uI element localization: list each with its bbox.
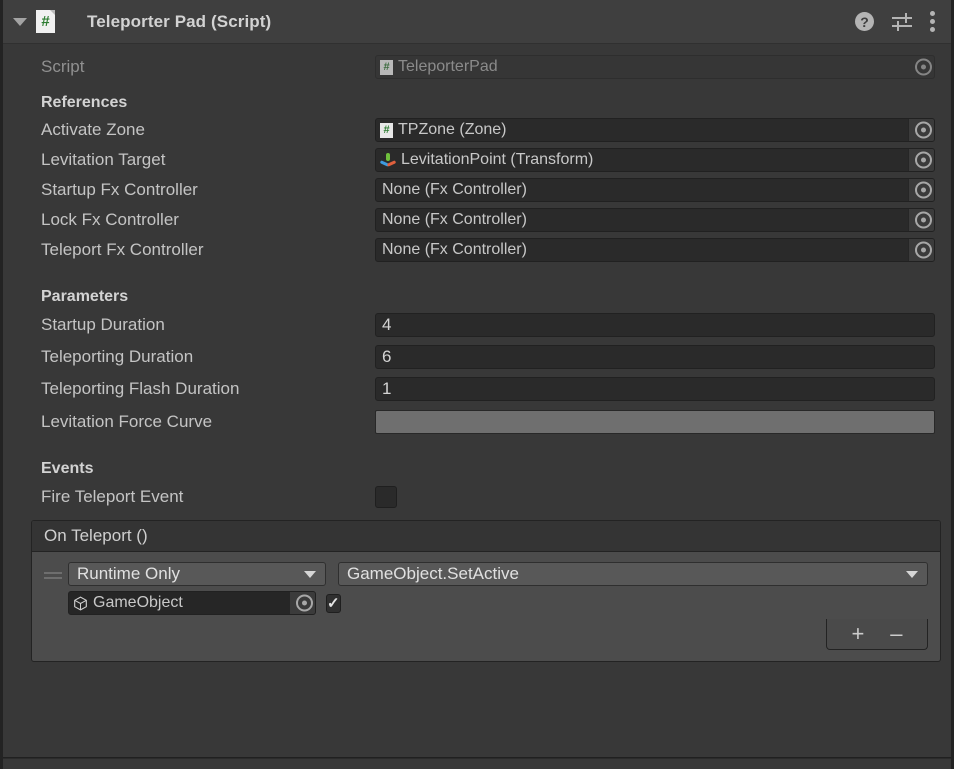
inspector-body: Script # TeleporterPad References Activa…	[3, 50, 951, 512]
lock-fx-controller-value: None (Fx Controller)	[382, 211, 527, 228]
field-row-activate-zone: Activate Zone # TPZone (Zone)	[13, 116, 941, 144]
csharp-script-icon: #	[36, 10, 55, 33]
foldout-arrow-icon[interactable]	[13, 17, 27, 26]
startup-fx-controller-object-field[interactable]: None (Fx Controller)	[375, 178, 935, 202]
unity-event-footer: + –	[44, 615, 928, 650]
target-object-field[interactable]: GameObject	[68, 591, 316, 615]
field-row-fire-teleport-event: Fire Teleport Event	[13, 482, 941, 512]
startup-duration-input[interactable]: 4	[375, 313, 935, 337]
call-state-value: Runtime Only	[77, 564, 180, 583]
script-row: Script # TeleporterPad	[13, 50, 941, 84]
csharp-script-icon: #	[380, 59, 393, 75]
section-heading-parameters: Parameters	[41, 288, 129, 305]
fire-teleport-event-label: Fire Teleport Event	[41, 487, 184, 506]
remove-listener-button[interactable]: –	[890, 623, 902, 645]
field-row-startup-duration: Startup Duration 4	[13, 310, 941, 340]
activate-zone-label: Activate Zone	[41, 120, 145, 139]
unity-event-entry: Runtime Only GameObject ✓ GameObject.Set…	[44, 562, 928, 615]
field-row-levitation-force-curve: Levitation Force Curve	[13, 406, 941, 438]
field-row-teleporting-flash-duration: Teleporting Flash Duration 1	[13, 374, 941, 404]
startup-fx-controller-label: Startup Fx Controller	[41, 180, 198, 199]
field-row-teleporting-duration: Teleporting Duration 6	[13, 342, 941, 372]
script-value: TeleporterPad	[398, 58, 498, 75]
object-picker-icon[interactable]	[915, 241, 932, 259]
lock-fx-controller-object-field[interactable]: None (Fx Controller)	[375, 208, 935, 232]
csharp-script-icon: #	[380, 122, 393, 138]
teleport-fx-controller-value: None (Fx Controller)	[382, 241, 527, 258]
object-picker-icon[interactable]	[915, 151, 932, 169]
levitation-target-label: Levitation Target	[41, 150, 166, 169]
levitation-force-curve-label: Levitation Force Curve	[41, 412, 213, 431]
component-title: Teleporter Pad (Script)	[87, 11, 272, 31]
levitation-target-value: LevitationPoint (Transform)	[401, 151, 594, 168]
teleporting-flash-duration-input[interactable]: 1	[375, 377, 935, 401]
method-value: GameObject.SetActive	[347, 564, 519, 583]
inspector-panel: # Teleporter Pad (Script) ? Script # Tel…	[0, 0, 954, 769]
drag-handle-icon[interactable]	[44, 572, 62, 579]
field-row-lock-fx-controller: Lock Fx Controller None (Fx Controller)	[13, 206, 941, 234]
component-header[interactable]: # Teleporter Pad (Script) ?	[3, 0, 951, 44]
unity-event-box: On Teleport () Runtime Only GameObject ✓…	[31, 520, 941, 662]
unity-event-body: Runtime Only GameObject ✓ GameObject.Set…	[32, 552, 940, 661]
target-object-value: GameObject	[93, 594, 183, 611]
teleporting-duration-label: Teleporting Duration	[41, 347, 194, 366]
levitation-target-object-field[interactable]: LevitationPoint (Transform)	[375, 148, 935, 172]
activate-zone-value: TPZone (Zone)	[398, 121, 507, 138]
startup-duration-label: Startup Duration	[41, 315, 165, 334]
help-icon[interactable]: ?	[855, 12, 874, 31]
call-state-dropdown[interactable]: Runtime Only	[68, 562, 326, 586]
kebab-menu-icon[interactable]	[930, 11, 935, 32]
chevron-down-icon	[304, 571, 316, 578]
header-icon-group: ?	[855, 0, 935, 43]
section-heading-events: Events	[41, 460, 94, 477]
field-row-levitation-target: Levitation Target LevitationPoint (Trans…	[13, 146, 941, 174]
unity-event-title: On Teleport ()	[32, 521, 940, 552]
transform-icon	[379, 152, 397, 168]
object-picker-icon[interactable]	[915, 211, 932, 229]
object-picker-icon	[915, 58, 932, 76]
chevron-down-icon	[906, 571, 918, 578]
field-row-startup-fx-controller: Startup Fx Controller None (Fx Controlle…	[13, 176, 941, 204]
object-picker-icon[interactable]	[296, 594, 313, 612]
teleport-fx-controller-object-field[interactable]: None (Fx Controller)	[375, 238, 935, 262]
bottom-separator	[3, 757, 951, 759]
teleporting-duration-input[interactable]: 6	[375, 345, 935, 369]
lock-fx-controller-label: Lock Fx Controller	[41, 210, 179, 229]
gameobject-cube-icon	[73, 596, 88, 611]
preset-icon[interactable]	[892, 12, 912, 31]
script-label: Script	[41, 57, 85, 76]
object-picker-icon[interactable]	[915, 121, 932, 139]
activate-zone-object-field[interactable]: # TPZone (Zone)	[375, 118, 935, 142]
levitation-force-curve-field[interactable]	[375, 410, 935, 434]
startup-fx-controller-value: None (Fx Controller)	[382, 181, 527, 198]
section-heading-references: References	[41, 94, 128, 111]
field-row-teleport-fx-controller: Teleport Fx Controller None (Fx Controll…	[13, 236, 941, 264]
fire-teleport-event-checkbox[interactable]	[375, 486, 397, 508]
teleport-fx-controller-label: Teleport Fx Controller	[41, 240, 204, 259]
add-listener-button[interactable]: +	[851, 623, 864, 645]
add-remove-buttons: + –	[826, 619, 928, 650]
teleporting-flash-duration-label: Teleporting Flash Duration	[41, 379, 240, 398]
method-dropdown[interactable]: GameObject.SetActive	[338, 562, 928, 586]
script-object-field: # TeleporterPad	[375, 55, 935, 79]
object-picker-icon[interactable]	[915, 181, 932, 199]
